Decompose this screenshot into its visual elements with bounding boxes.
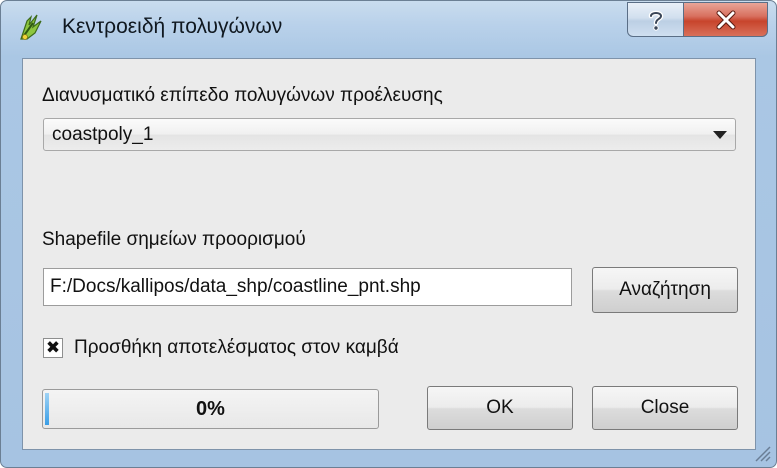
source-layer-label: Διανυσματικό επίπεδο πολυγώνων προέλευση… [42,85,443,106]
question-icon [648,10,663,31]
add-to-canvas-label: Προσθήκη αποτελέσματος στον καμβά [74,337,399,358]
help-button[interactable] [627,2,684,37]
progress-bar: 0% [42,389,379,429]
window-title: Κεντροειδή πολυγώνων [62,15,283,38]
source-layer-value: coastpoly_1 [52,124,154,145]
output-shapefile-label: Shapefile σημείων προορισμού [42,229,306,250]
browse-button[interactable]: Αναζήτηση [592,267,738,313]
dialog-body: Διανυσματικό επίπεδο πολυγώνων προέλευση… [22,58,756,450]
ok-button[interactable]: OK [427,386,573,430]
source-layer-combo[interactable]: coastpoly_1 [43,118,736,151]
close-button[interactable]: Close [592,386,738,430]
dialog-window: Κεντροειδή πολυγώνων Διανυσματικό επίπεδ… [0,0,777,468]
title-bar[interactable]: Κεντροειδή πολυγώνων [1,1,776,57]
close-icon [716,10,735,29]
resize-grip-icon[interactable] [750,441,772,463]
chevron-down-icon[interactable] [705,119,735,150]
caption-buttons [627,2,768,39]
add-to-canvas-checkbox[interactable]: ✖ [43,338,63,358]
check-mark-icon: ✖ [45,337,61,358]
add-to-canvas-row[interactable]: ✖ Προσθήκη αποτελέσματος στον καμβά [43,336,399,360]
output-shapefile-input[interactable] [43,268,572,306]
window-close-button[interactable] [683,2,768,37]
progress-text: 0% [196,397,225,420]
qgis-icon [17,13,45,43]
